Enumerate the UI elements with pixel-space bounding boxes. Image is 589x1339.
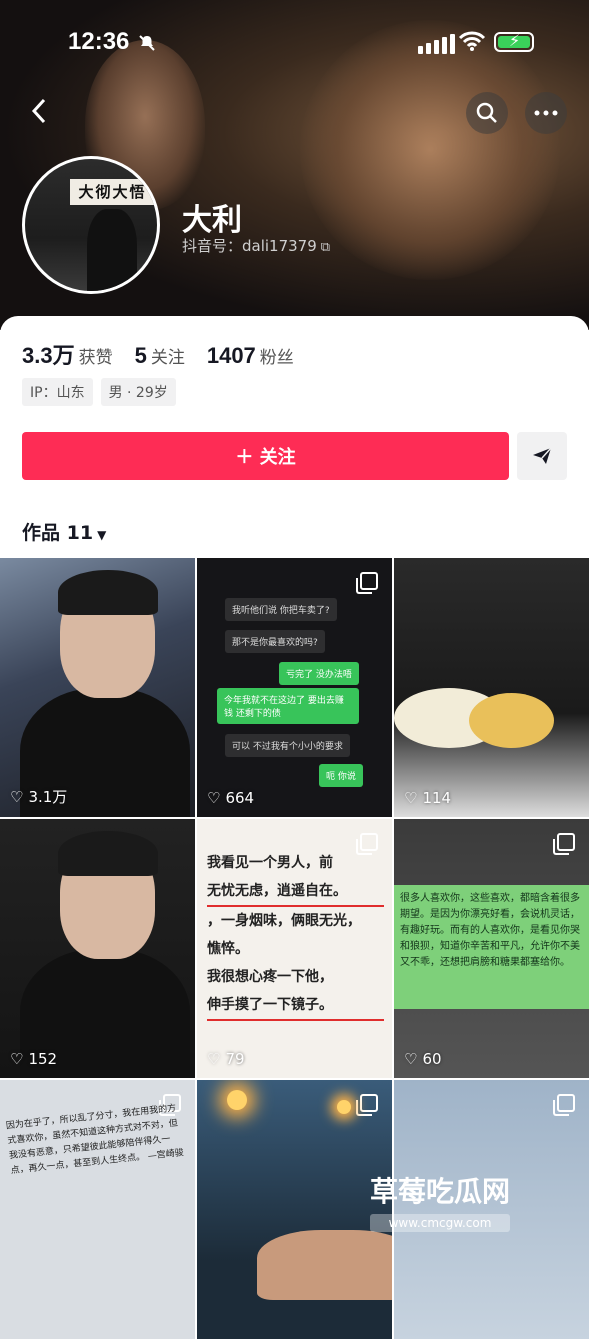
more-dots-icon [534,110,558,116]
like-count: ♡ 152 [10,1050,58,1068]
like-count: ♡ 79 [207,1050,245,1068]
battery-icon: ⚡ [494,31,534,52]
video-tile[interactable]: 因为在乎了，所以乱了分寸，我在用我的方式喜欢你，虽然不知道这种方式对不对，但我没… [0,1080,195,1339]
douyin-id[interactable]: 抖音号：dali17379 ⧉ [182,235,330,256]
heart-icon: ♡ [207,789,221,807]
heart-icon: ♡ [404,789,418,807]
stat-likes[interactable]: 3.3万 获赞 [22,338,113,370]
search-icon [476,102,497,123]
search-button[interactable] [466,92,508,134]
ip-location-tag: IP：山东 [22,378,93,406]
multi-image-icon [356,1094,378,1116]
video-tile[interactable]: ♡ 152 [0,819,195,1078]
like-count: ♡ 664 [207,789,255,807]
heart-icon: ♡ [10,787,24,806]
status-time: 12:36 [68,28,130,55]
multi-image-icon [553,833,575,855]
caret-down-icon: ▼ [97,528,107,542]
watermark: 草莓吃瓜网 www.cmcgw.com [370,1175,511,1232]
works-tab[interactable]: 作品 11 ▼ [22,518,106,545]
profile-nickname: 大利 [182,203,242,238]
heart-icon: ♡ [10,1050,24,1068]
follow-button[interactable]: ＋ 关注 [22,432,509,480]
cellular-signal-icon [418,34,455,54]
more-options-button[interactable] [525,92,567,134]
like-count: ♡ 3.1万 [10,787,68,807]
profile-tags: IP：山东 男 · 29岁 [22,378,176,406]
like-count: ♡ 114 [404,789,452,807]
gender-age-tag: 男 · 29岁 [100,378,176,406]
send-icon [533,447,552,464]
status-bar: 12:36 ⚡ [0,28,589,60]
mute-bell-icon [138,34,156,56]
send-message-button[interactable] [517,432,567,480]
video-tile[interactable] [197,1080,392,1339]
wifi-icon [458,30,486,56]
heart-icon: ♡ [207,1050,221,1068]
like-count: ♡ 60 [404,1050,442,1068]
back-arrow-icon[interactable] [28,96,58,126]
profile-card: 3.3万 获赞 5 关注 1407 粉丝 IP：山东 男 · 29岁 ＋ 关注 作品 … [0,316,589,1339]
stat-following[interactable]: 5 关注 [135,343,185,369]
avatar[interactable]: 大彻大悟 [22,156,160,294]
multi-image-icon [553,1094,575,1116]
video-tile[interactable]: ♡ 3.1万 [0,558,195,817]
video-tile[interactable]: ♡ 114 [394,558,589,817]
video-tile[interactable]: 我看见一个男人，前 无忧无虑，逍遥自在。 ，一身烟味，俩眼无光， 憔悴。 我很想… [197,819,392,1078]
stat-followers[interactable]: 1407 粉丝 [207,343,294,369]
multi-image-icon [356,572,378,594]
heart-icon: ♡ [404,1050,418,1068]
video-tile[interactable]: 我听他们说 你把车卖了? 那不是你最喜欢的吗? 亏完了 没办法唔 今年我就不在这… [197,558,392,817]
video-tile[interactable]: 很多人喜欢你，这些喜欢，都暗含着很多期望。是因为你漂亮好看，会说机灵话，有趣好玩… [394,819,589,1078]
profile-stats: 3.3万 获赞 5 关注 1407 粉丝 [22,338,294,370]
copy-icon[interactable]: ⧉ [321,240,330,255]
avatar-sign-text: 大彻大悟 [70,179,155,205]
